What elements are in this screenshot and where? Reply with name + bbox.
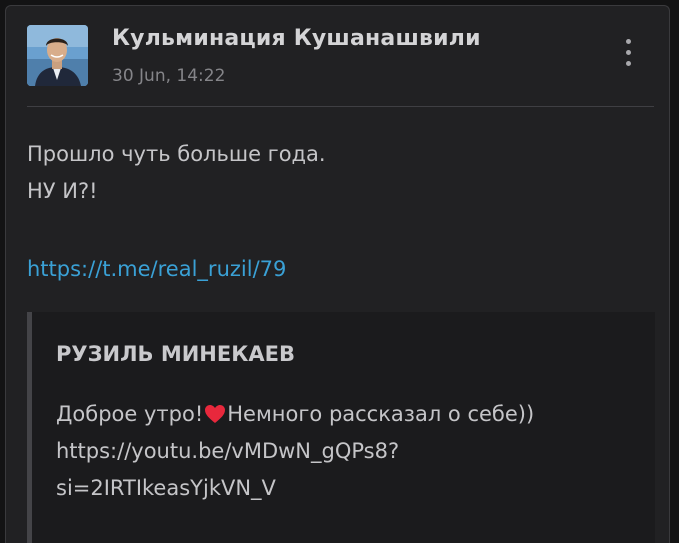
quoted-post: РУЗИЛЬ МИНЕКАЕВ Доброе утро! Немного расс… bbox=[27, 312, 655, 543]
author-avatar[interactable] bbox=[27, 25, 88, 86]
quote-author: РУЗИЛЬ МИНЕКАЕВ bbox=[56, 342, 295, 366]
post-text-line-1: Прошло чуть больше года. bbox=[27, 142, 326, 166]
quote-text-line-1: Доброе утро! Немного рассказал о себе)) bbox=[56, 402, 534, 429]
header-divider bbox=[27, 106, 654, 107]
post-link[interactable]: https://t.me/real_ruzil/79 bbox=[27, 257, 286, 281]
quote-text-rest: Немного рассказал о себе)) bbox=[227, 402, 535, 426]
author-name[interactable]: Кульминация Кушанашвили bbox=[112, 26, 481, 51]
heart-icon bbox=[204, 404, 226, 429]
post-text-line-2: НУ И?! bbox=[27, 179, 98, 203]
menu-dot-icon bbox=[625, 49, 631, 55]
avatar-photo-icon bbox=[27, 25, 88, 86]
quote-greeting: Доброе утро! bbox=[56, 402, 204, 426]
post-card: Кульминация Кушанашвили 30 Jun, 14:22 Пр… bbox=[5, 5, 670, 543]
menu-dot-icon bbox=[625, 38, 631, 44]
menu-dot-icon bbox=[625, 60, 631, 66]
post-timestamp: 30 Jun, 14:22 bbox=[112, 66, 226, 86]
quote-url-line-1[interactable]: https://youtu.be/vMDwN_gQPs8? bbox=[56, 439, 399, 463]
more-options-button[interactable] bbox=[614, 34, 642, 70]
quote-url-line-2[interactable]: si=2IRTIkeasYjkVN_V bbox=[56, 476, 276, 500]
